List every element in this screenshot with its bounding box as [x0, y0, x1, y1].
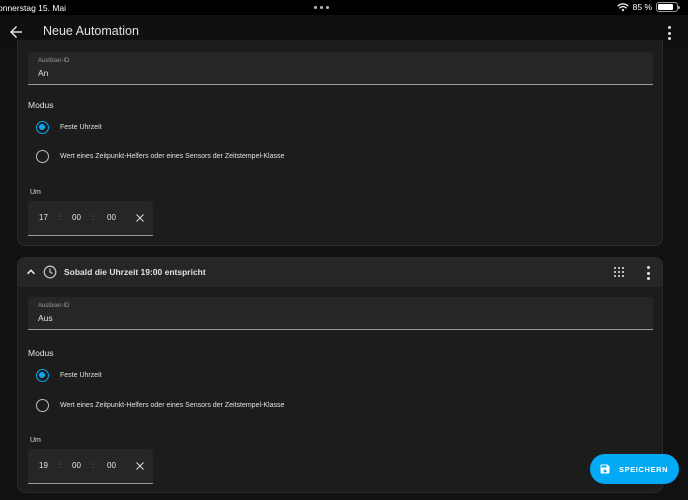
radio-label: Feste Uhrzeit: [60, 371, 102, 379]
time-input[interactable]: 17 : 00 : 00: [28, 201, 153, 236]
wifi-icon: [617, 2, 629, 11]
battery-icon: [656, 2, 680, 12]
trigger-card-header[interactable]: Sobald die Uhrzeit 19:00 entspricht: [18, 258, 662, 287]
time-separator: :: [92, 461, 95, 470]
radio-helper-value[interactable]: Wert eines Zeitpunkt-Helfers oder eines …: [36, 397, 284, 413]
trigger-id-label: Auslöser-ID: [38, 303, 70, 309]
radio-helper-value[interactable]: Wert eines Zeitpunkt-Helfers oder eines …: [36, 148, 284, 164]
trigger-id-field[interactable]: Auslöser-ID An: [28, 52, 653, 85]
floppy-disk-icon: [600, 464, 610, 474]
trigger-id-value: Aus: [38, 313, 53, 323]
time-input[interactable]: 19 : 00 : 00: [28, 449, 153, 484]
clock-icon: [43, 265, 57, 279]
back-arrow-icon[interactable]: [7, 23, 25, 41]
save-button-label: SPEICHERN: [619, 464, 669, 474]
clear-icon[interactable]: [135, 461, 145, 471]
radio-button-checked[interactable]: [36, 368, 49, 382]
minutes-field[interactable]: 00: [72, 461, 81, 470]
radio-button[interactable]: [36, 398, 49, 412]
status-date: onnerstag 15. Mai: [0, 3, 67, 13]
radio-label: Feste Uhrzeit: [60, 123, 102, 131]
trigger-id-value: An: [38, 68, 49, 78]
trigger-card: Auslöser-ID An Modus Feste Uhrzeit Wert …: [17, 40, 663, 246]
chevron-up-icon[interactable]: [26, 267, 36, 277]
radio-fixed-time[interactable]: Feste Uhrzeit: [36, 367, 102, 383]
battery-percent: 85 %: [632, 2, 652, 12]
time-separator: :: [59, 213, 62, 222]
mode-label: Modus: [28, 348, 54, 358]
trigger-card: Sobald die Uhrzeit 19:00 entspricht Ausl…: [17, 257, 663, 493]
seconds-field[interactable]: 00: [107, 461, 116, 470]
status-right: 85 %: [617, 2, 680, 12]
time-separator: :: [59, 461, 62, 470]
time-separator: :: [92, 213, 95, 222]
page-title: Neue Automation: [43, 24, 139, 38]
trigger-title: Sobald die Uhrzeit 19:00 entspricht: [64, 267, 206, 277]
clear-icon[interactable]: [135, 213, 145, 223]
status-bar: onnerstag 15. Mai 85 %: [0, 0, 688, 15]
more-dots-icon: [314, 6, 329, 9]
mode-label: Modus: [28, 100, 54, 110]
radio-fixed-time[interactable]: Feste Uhrzeit: [36, 119, 102, 135]
trigger-id-field[interactable]: Auslöser-ID Aus: [28, 297, 653, 330]
radio-label: Wert eines Zeitpunkt-Helfers oder eines …: [60, 152, 285, 160]
overflow-menu-icon[interactable]: [662, 25, 676, 41]
minutes-field[interactable]: 00: [72, 213, 81, 222]
save-button[interactable]: SPEICHERN: [590, 454, 679, 484]
time-label: Um: [30, 437, 41, 444]
seconds-field[interactable]: 00: [107, 213, 116, 222]
radio-label: Wert eines Zeitpunkt-Helfers oder eines …: [60, 401, 285, 409]
hours-field[interactable]: 17: [39, 213, 48, 222]
time-label: Um: [30, 189, 41, 196]
overflow-menu-icon[interactable]: [644, 266, 652, 280]
radio-button-checked[interactable]: [36, 120, 49, 134]
hours-field[interactable]: 19: [39, 461, 48, 470]
drag-handle-icon[interactable]: [614, 267, 624, 277]
radio-button[interactable]: [36, 149, 49, 163]
trigger-id-label: Auslöser-ID: [38, 58, 70, 64]
